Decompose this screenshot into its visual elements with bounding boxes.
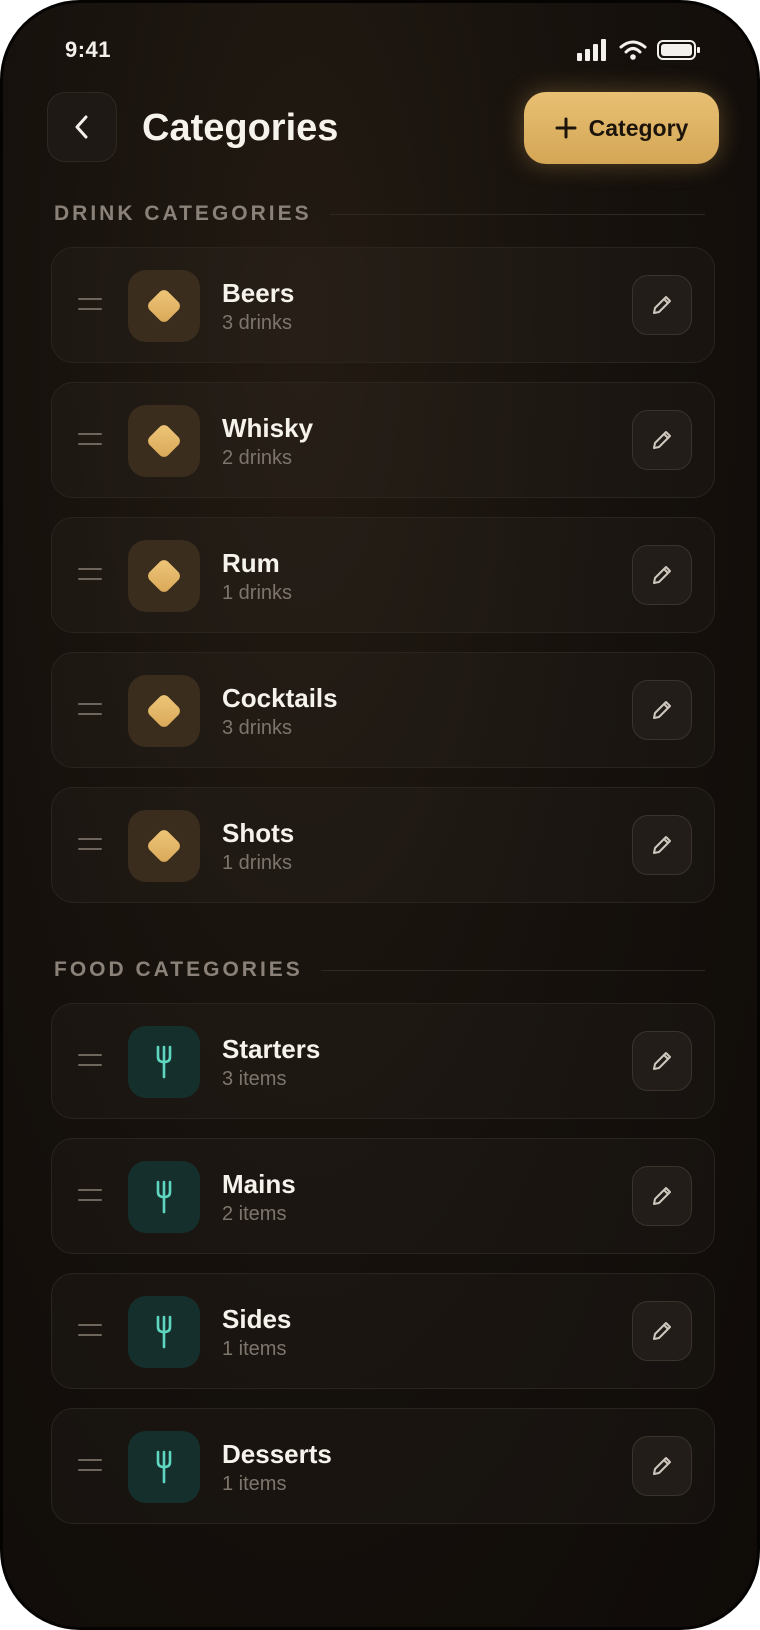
category-count: 1 items <box>222 1338 287 1360</box>
edit-button[interactable] <box>632 275 692 335</box>
category-count: 3 items <box>222 1068 287 1090</box>
edit-button[interactable] <box>632 410 692 470</box>
pencil-icon <box>653 296 671 314</box>
drag-handle-icon[interactable] <box>78 1324 102 1338</box>
category-count: 1 items <box>222 1473 287 1495</box>
diamond-icon <box>145 557 183 595</box>
category-row[interactable]: Beers 3 drinks <box>51 247 715 363</box>
drag-handle-icon[interactable] <box>78 1459 102 1473</box>
pencil-icon <box>653 431 671 449</box>
food-category-tile <box>128 1026 200 1098</box>
category-name: Mains <box>222 1169 296 1199</box>
category-count: 3 drinks <box>222 717 293 739</box>
category-row[interactable]: Whisky 2 drinks <box>51 382 715 498</box>
drag-handle-icon[interactable] <box>78 298 102 312</box>
category-row[interactable]: Rum 1 drinks <box>51 517 715 633</box>
chevron-left-icon <box>75 115 88 139</box>
drink-section-header: DRINK CATEGORIES <box>54 199 705 229</box>
fork-icon <box>156 1450 172 1484</box>
category-row[interactable]: Shots 1 drinks <box>51 787 715 903</box>
category-name: Cocktails <box>222 683 338 713</box>
status-icons <box>577 39 701 61</box>
edit-button[interactable] <box>632 1436 692 1496</box>
drag-handle-icon[interactable] <box>78 838 102 852</box>
category-row[interactable]: Mains 2 items <box>51 1138 715 1254</box>
section-divider <box>329 213 705 215</box>
back-button[interactable] <box>47 92 117 162</box>
category-name: Beers <box>222 278 295 308</box>
food-category-tile <box>128 1161 200 1233</box>
pencil-icon <box>653 1052 671 1070</box>
wifi-icon <box>619 40 647 60</box>
diamond-icon <box>145 287 183 325</box>
diamond-icon <box>145 422 183 460</box>
drink-category-tile <box>128 405 200 477</box>
signal-icon <box>577 39 606 61</box>
diamond-icon <box>145 827 183 865</box>
pencil-icon <box>653 1187 671 1205</box>
drag-handle-icon[interactable] <box>78 433 102 447</box>
drink-category-tile <box>128 540 200 612</box>
drag-handle-icon[interactable] <box>78 1054 102 1068</box>
food-section-label: FOOD CATEGORIES <box>54 958 303 981</box>
category-count: 2 items <box>222 1203 287 1225</box>
food-category-tile <box>128 1431 200 1503</box>
category-name: Whisky <box>222 413 314 443</box>
edit-button[interactable] <box>632 815 692 875</box>
fork-icon <box>156 1315 172 1349</box>
edit-button[interactable] <box>632 680 692 740</box>
category-name: Shots <box>222 818 295 848</box>
category-count: 1 drinks <box>222 582 293 604</box>
pencil-icon <box>653 1322 671 1340</box>
category-name: Starters <box>222 1034 321 1064</box>
pencil-icon <box>653 836 671 854</box>
pencil-icon <box>653 1457 671 1475</box>
edit-button[interactable] <box>632 1166 692 1226</box>
status-bar: 9:41 <box>65 33 701 69</box>
drag-handle-icon[interactable] <box>78 1189 102 1203</box>
edit-button[interactable] <box>632 1301 692 1361</box>
section-divider <box>320 969 705 971</box>
drink-category-tile <box>128 270 200 342</box>
pencil-icon <box>653 566 671 584</box>
drink-section-label: DRINK CATEGORIES <box>54 202 312 225</box>
plus-icon <box>555 117 577 139</box>
edit-button[interactable] <box>632 545 692 605</box>
status-time: 9:41 <box>65 37 112 62</box>
category-row[interactable]: Desserts 1 items <box>51 1408 715 1524</box>
pencil-icon <box>653 701 671 719</box>
drag-handle-icon[interactable] <box>78 568 102 582</box>
category-count: 3 drinks <box>222 312 293 334</box>
battery-icon <box>657 40 700 60</box>
page-title: Categories <box>142 107 339 149</box>
fork-icon <box>156 1045 172 1079</box>
food-category-tile <box>128 1296 200 1368</box>
drink-category-tile <box>128 675 200 747</box>
add-category-button[interactable]: Category <box>524 92 719 164</box>
category-name: Rum <box>222 548 280 578</box>
drink-category-tile <box>128 810 200 882</box>
add-category-label: Category <box>588 114 689 141</box>
category-name: Desserts <box>222 1439 332 1469</box>
category-row[interactable]: Sides 1 items <box>51 1273 715 1389</box>
category-row[interactable]: Starters 3 items <box>51 1003 715 1119</box>
category-count: 1 drinks <box>222 852 293 874</box>
edit-button[interactable] <box>632 1031 692 1091</box>
category-count: 2 drinks <box>222 447 293 469</box>
diamond-icon <box>145 692 183 730</box>
category-row[interactable]: Cocktails 3 drinks <box>51 652 715 768</box>
category-name: Sides <box>222 1304 292 1334</box>
phone-screen: 9:41 Categories Category DRINK CATEGORIE… <box>0 0 760 1630</box>
food-section-header: FOOD CATEGORIES <box>54 955 705 985</box>
fork-icon <box>156 1180 172 1214</box>
drag-handle-icon[interactable] <box>78 703 102 717</box>
